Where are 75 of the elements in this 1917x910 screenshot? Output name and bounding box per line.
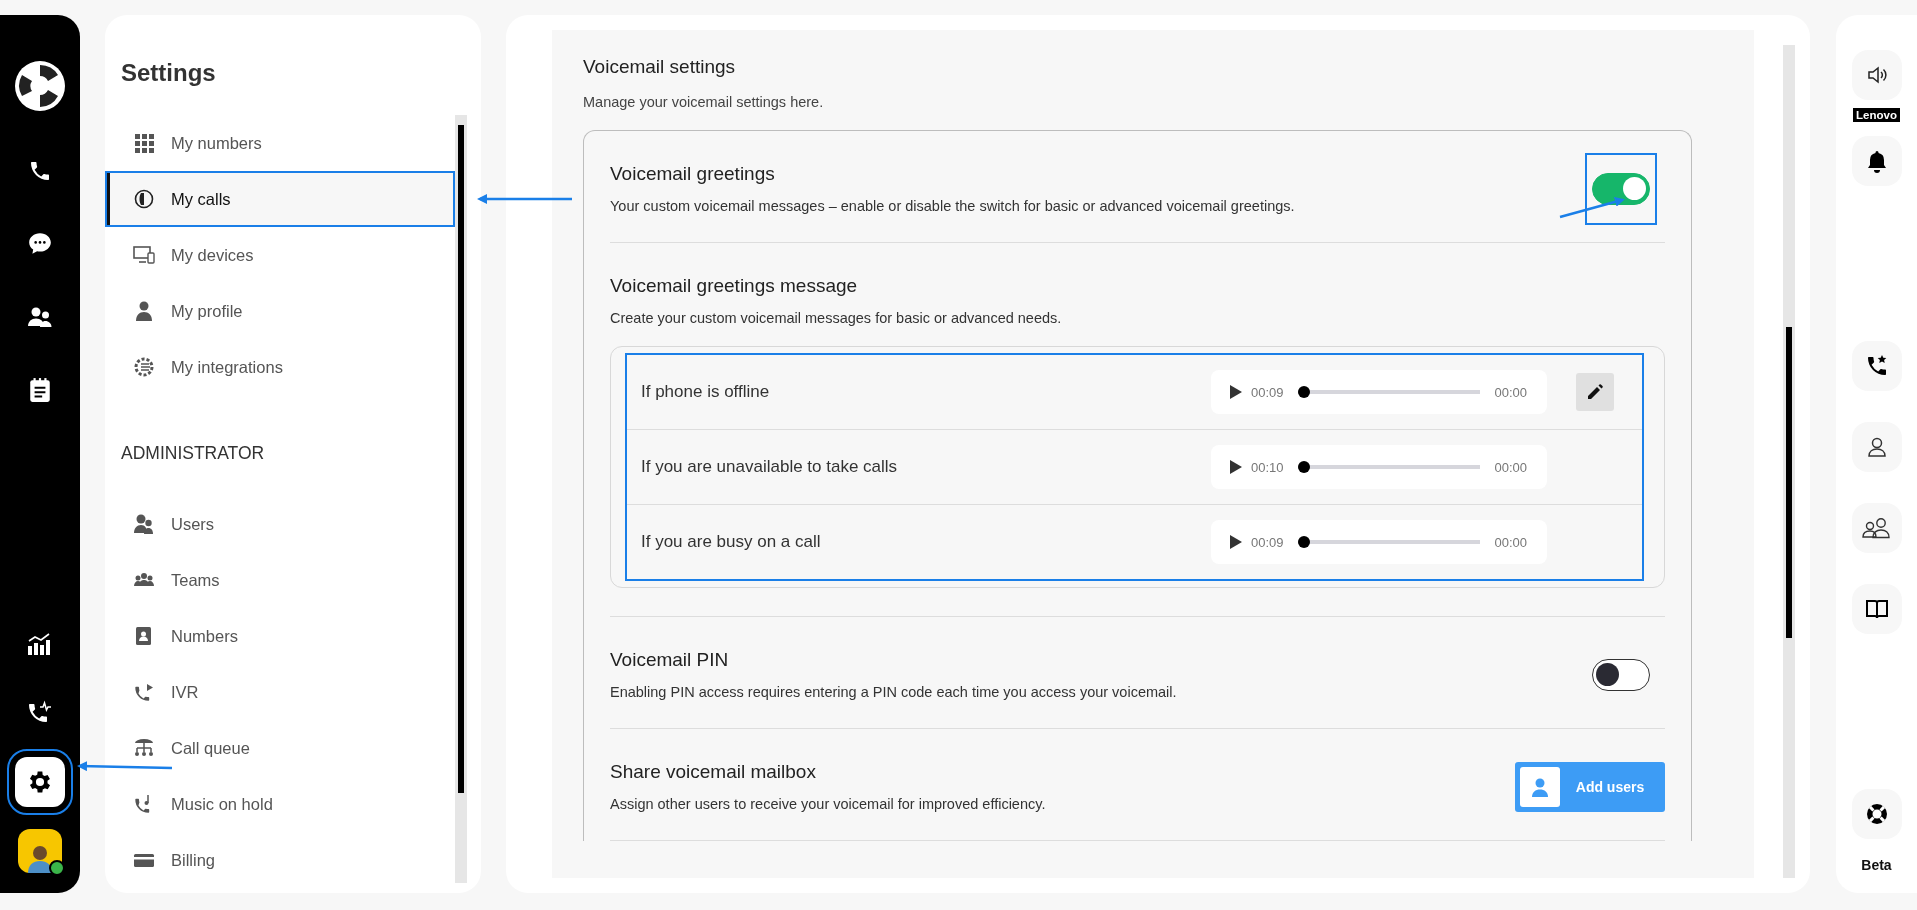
- settings-menu-item[interactable]: My integrations: [105, 339, 455, 395]
- grid-icon: [133, 132, 155, 154]
- greeting-label: If phone is offline: [641, 382, 771, 402]
- progress-thumb[interactable]: [1297, 461, 1310, 473]
- call-star-button[interactable]: [1851, 341, 1902, 391]
- device-label: Lenovo: [1853, 108, 1900, 122]
- section-description: Assign other users to receive your voicemail for improved efficiency.: [610, 796, 1046, 812]
- hierarchy-icon: [133, 737, 155, 759]
- gear-cog-icon: [133, 356, 155, 378]
- phone-handset-icon: [133, 188, 155, 210]
- section-heading: ADMINISTRATOR: [120, 442, 266, 465]
- section-title: Voicemail PIN: [610, 649, 730, 671]
- settings-menu-item[interactable]: My profile: [105, 283, 455, 339]
- person-icon: [133, 300, 155, 322]
- phone-icon: [28, 159, 52, 183]
- position-text: 00:00: [1494, 459, 1527, 475]
- notepad-icon: [29, 377, 51, 403]
- toggle-switch[interactable]: [1592, 658, 1650, 691]
- people-icon: [1861, 517, 1892, 539]
- lifebuoy-button[interactable]: [1851, 789, 1902, 839]
- greeting-label: If you are busy on a call: [641, 532, 822, 552]
- logo-icon: [13, 59, 67, 113]
- position-text: 00:00: [1494, 534, 1527, 550]
- progress-thumb[interactable]: [1297, 386, 1310, 398]
- play-icon[interactable]: [1229, 384, 1243, 400]
- beta-label: Beta: [1861, 857, 1892, 873]
- section-description: Enabling PIN access requires entering a PIN code each time you access your voicemail.: [610, 684, 1177, 700]
- settings-menu-item[interactable]: My devices: [105, 227, 455, 283]
- person-button[interactable]: [1851, 422, 1902, 472]
- settings-menu-item[interactable]: Teams: [105, 552, 455, 608]
- play-icon[interactable]: [1229, 459, 1243, 475]
- settings-menu-item[interactable]: My calls: [105, 171, 455, 227]
- settings-menu-item[interactable]: Call queue: [105, 720, 455, 776]
- play-icon[interactable]: [1229, 534, 1243, 550]
- settings-menu-item[interactable]: Music on hold: [105, 776, 455, 832]
- pencil-icon: [1585, 383, 1604, 401]
- monitor-icon: [133, 244, 155, 266]
- speaker-icon: [1865, 64, 1888, 86]
- section-description: Your custom voicemail messages – enable or disable the switch for basic or advanced voicemail greetings.: [610, 198, 1295, 214]
- toggle-switch[interactable]: [1592, 172, 1650, 205]
- progress-thumb[interactable]: [1297, 536, 1310, 548]
- duration-text: 00:09: [1251, 534, 1284, 550]
- people-icon: [133, 513, 155, 535]
- position-text: 00:00: [1494, 384, 1527, 400]
- lifebuoy-icon: [1864, 802, 1889, 826]
- book-button[interactable]: [1851, 584, 1902, 634]
- settings-menu-item[interactable]: Users: [105, 496, 455, 552]
- bell-icon: [1865, 149, 1888, 173]
- section-title: Share voicemail mailbox: [610, 761, 817, 783]
- section-title: Voicemail greetings: [610, 163, 776, 185]
- chat-bubble-icon: [27, 231, 53, 257]
- section-description: Create your custom voicemail messages for basic or advanced needs.: [610, 310, 1063, 326]
- page-title: Voicemail settings: [583, 56, 737, 78]
- edit-button[interactable]: [1575, 373, 1614, 411]
- person-icon: [1865, 436, 1888, 458]
- group-button[interactable]: [1851, 503, 1902, 553]
- settings-menu-item[interactable]: IVR: [105, 664, 455, 720]
- section-title: Voicemail greetings message: [610, 275, 859, 297]
- open-book-icon: [1864, 598, 1889, 620]
- bell-button[interactable]: [1851, 136, 1902, 186]
- scrollbar[interactable]: [455, 115, 467, 883]
- settings-menu-item[interactable]: Billing: [105, 832, 455, 883]
- page-subtitle: Manage your voicemail settings here.: [583, 94, 825, 110]
- person-icon: [1531, 776, 1549, 797]
- speaker-button[interactable]: [1851, 50, 1902, 100]
- avatar[interactable]: [18, 829, 62, 873]
- panel-title: Settings: [120, 58, 217, 85]
- settings-menu-item[interactable]: My numbers: [105, 115, 455, 171]
- settings-menu-item[interactable]: Numbers: [105, 608, 455, 664]
- greeting-label: If you are unavailable to take calls: [641, 457, 899, 477]
- phone-pulse-icon: [26, 699, 54, 725]
- phone-play-icon: [133, 681, 155, 703]
- scrollbar[interactable]: [1783, 45, 1795, 878]
- duration-text: 00:09: [1251, 384, 1284, 400]
- duration-text: 00:10: [1251, 459, 1284, 475]
